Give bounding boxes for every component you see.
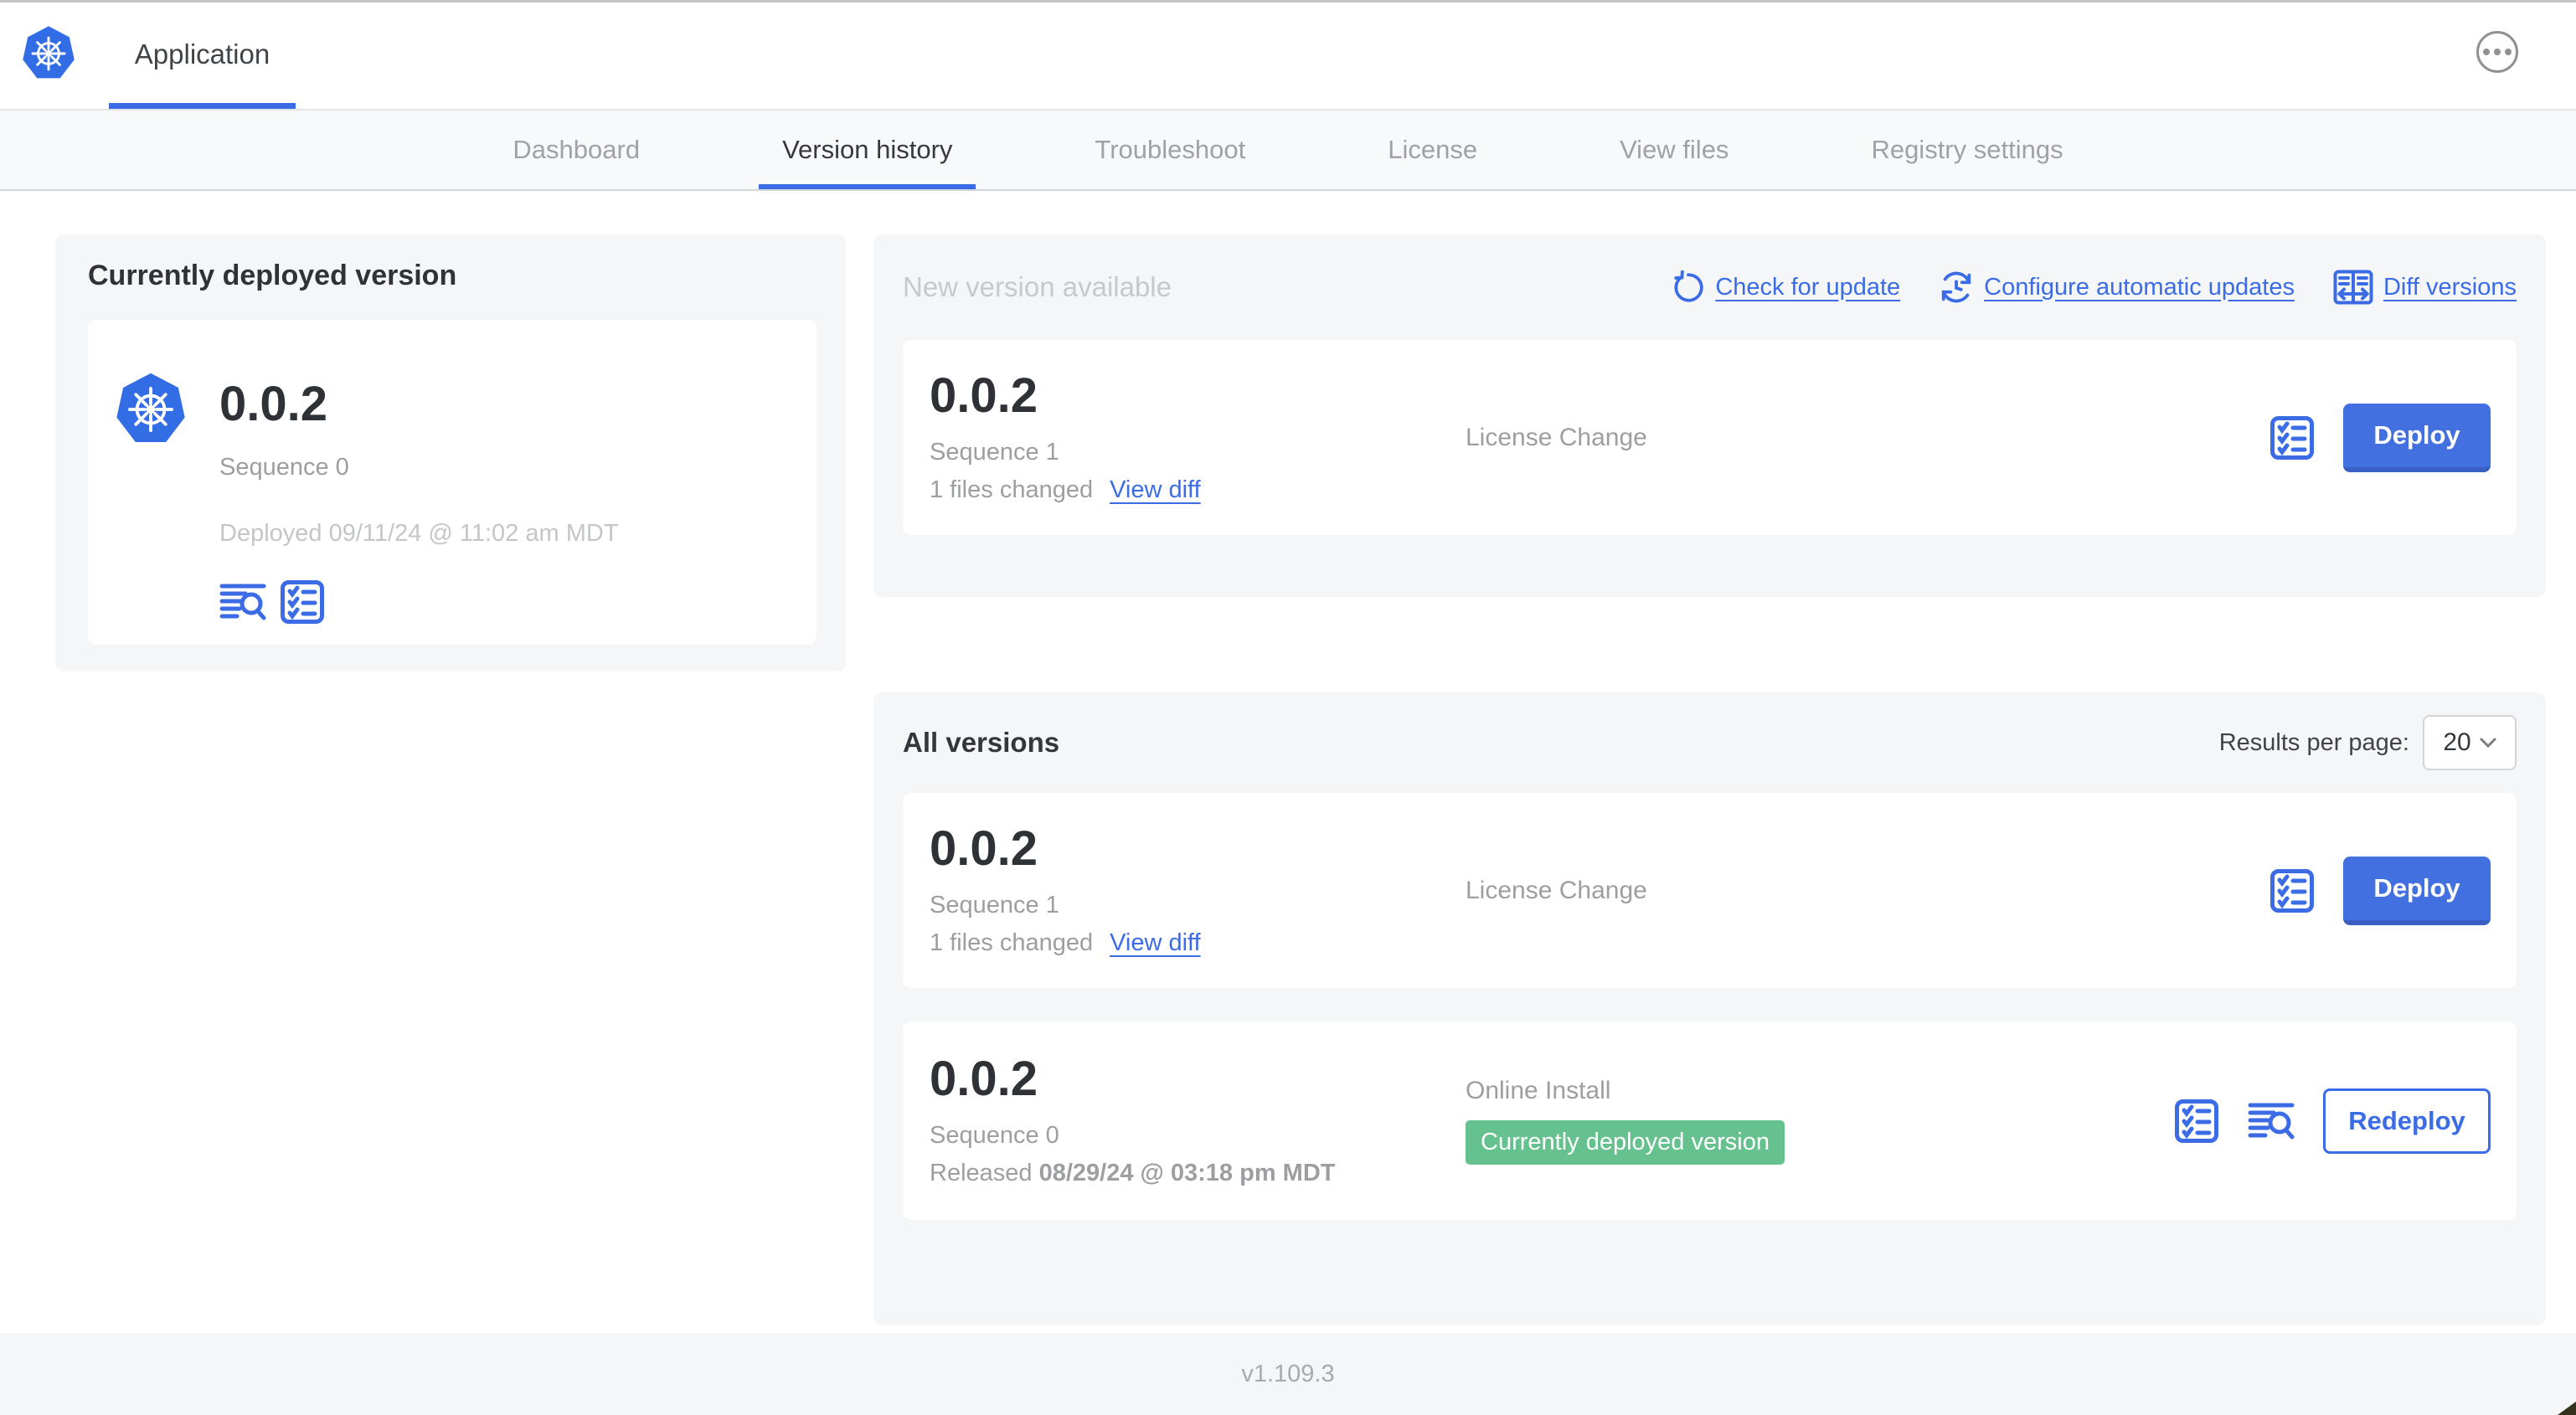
section-nav: Dashboard Version history Troubleshoot L… xyxy=(0,111,2576,191)
files-changed-label: 1 files changed xyxy=(930,929,1094,956)
tab-dashboard[interactable]: Dashboard xyxy=(513,111,640,189)
checklist-icon[interactable] xyxy=(2269,868,2315,913)
checklist-icon[interactable] xyxy=(2269,415,2315,461)
checklist-icon[interactable] xyxy=(280,579,325,625)
version-row: 0.0.2 Sequence 0 Released 08/29/24 @ 03:… xyxy=(903,1021,2517,1220)
kots-admin-console: Application Dashboard Version history Tr… xyxy=(0,0,2576,1415)
tab-view-files[interactable]: View files xyxy=(1620,111,1728,189)
version-row: 0.0.2 Sequence 1 1 files changed View di… xyxy=(903,793,2517,988)
currently-deployed-card: 0.0.2 Sequence 0 Deployed 09/11/24 @ 11:… xyxy=(88,320,817,645)
ellipsis-icon xyxy=(2483,49,2490,55)
deployed-version-number: 0.0.2 xyxy=(219,377,327,431)
new-version-card: 0.0.2 Sequence 1 1 files changed View di… xyxy=(903,340,2517,535)
app-tab-active-indicator xyxy=(109,103,296,109)
app-tab-application[interactable]: Application xyxy=(109,0,296,109)
tab-license[interactable]: License xyxy=(1388,111,1477,189)
version-number: 0.0.2 xyxy=(930,821,1038,876)
results-per-page-value: 20 xyxy=(2443,728,2471,756)
view-diff-link[interactable]: View diff xyxy=(1110,476,1201,504)
version-source-label: License Change xyxy=(1466,423,1647,451)
sequence-label: Sequence 0 xyxy=(930,1121,1059,1149)
sequence-label: Sequence 1 xyxy=(930,891,1059,918)
version-source-label: Online Install xyxy=(1466,1077,1611,1104)
main-content: Currently deployed version 0.0.2 Sequenc… xyxy=(0,191,2576,1333)
sequence-label: Sequence 1 xyxy=(930,438,1059,466)
app-tab-label: Application xyxy=(134,39,270,69)
app-header: Application xyxy=(0,0,2576,111)
view-diff-link[interactable]: View diff xyxy=(1110,929,1201,957)
kubernetes-logo-icon xyxy=(23,26,75,79)
schedule-update-icon xyxy=(1941,271,1971,303)
results-per-page-select[interactable]: 20 xyxy=(2423,715,2517,770)
deployed-sequence-label: Sequence 0 xyxy=(219,454,349,481)
window-top-edge xyxy=(0,0,2576,3)
console-version: v1.109.3 xyxy=(1241,1360,1335,1387)
version-number: 0.0.2 xyxy=(930,368,1038,423)
refresh-icon xyxy=(1674,270,1703,302)
configure-automatic-updates-link[interactable]: Configure automatic updates xyxy=(1939,270,2295,305)
diff-versions-link[interactable]: Diff versions xyxy=(2333,270,2517,305)
cursor-artifact xyxy=(2558,1402,2576,1415)
chevron-down-icon xyxy=(2480,738,2496,749)
kubernetes-app-icon xyxy=(116,373,185,442)
logs-icon[interactable] xyxy=(2248,1102,2295,1140)
results-per-page-label: Results per page: xyxy=(2218,728,2409,756)
deploy-button[interactable]: Deploy xyxy=(2343,856,2491,925)
new-version-panel: New version available Check for update C… xyxy=(873,234,2546,597)
files-changed-label: 1 files changed xyxy=(930,476,1094,503)
deployed-timestamp: Deployed 09/11/24 @ 11:02 am MDT xyxy=(219,520,619,547)
redeploy-button[interactable]: Redeploy xyxy=(2323,1088,2491,1154)
currently-deployed-title: Currently deployed version xyxy=(88,260,457,291)
diff-icon xyxy=(2333,270,2373,305)
tab-troubleshoot[interactable]: Troubleshoot xyxy=(1095,111,1245,189)
version-source-label: License Change xyxy=(1466,876,1647,904)
tab-registry-settings[interactable]: Registry settings xyxy=(1871,111,2063,189)
more-options-button[interactable] xyxy=(2476,31,2518,73)
tab-version-history[interactable]: Version history xyxy=(759,111,976,189)
deploy-button[interactable]: Deploy xyxy=(2343,403,2491,472)
check-for-update-link[interactable]: Check for update xyxy=(1672,270,1900,304)
version-number: 0.0.2 xyxy=(930,1051,1038,1106)
page-footer: v1.109.3 xyxy=(0,1333,2576,1415)
released-timestamp: Released 08/29/24 @ 03:18 pm MDT xyxy=(930,1159,1336,1186)
all-versions-panel: All versions Results per page: 20 0.0.2 … xyxy=(873,692,2546,1325)
currently-deployed-panel: Currently deployed version 0.0.2 Sequenc… xyxy=(55,234,846,671)
checklist-icon[interactable] xyxy=(2174,1099,2219,1144)
new-version-title: New version available xyxy=(903,271,1172,302)
all-versions-title: All versions xyxy=(903,727,1060,758)
logs-icon[interactable] xyxy=(219,583,266,621)
currently-deployed-badge: Currently deployed version xyxy=(1466,1120,1785,1165)
